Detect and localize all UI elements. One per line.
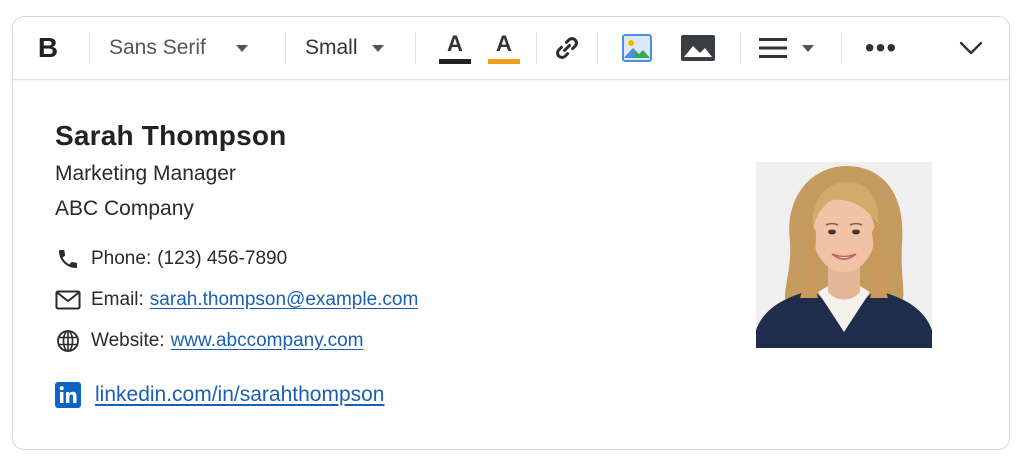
font-family-value: Sans Serif xyxy=(109,36,206,59)
font-family-dropdown[interactable]: Sans Serif xyxy=(109,17,269,79)
toolbar-divider xyxy=(597,32,598,64)
caret-down-icon xyxy=(802,44,814,52)
caret-down-icon xyxy=(371,44,384,52)
alignment-dropdown[interactable] xyxy=(753,17,819,79)
text-color-letter: A xyxy=(447,30,463,56)
linkedin-link[interactable]: linkedin.com/in/sarahthompson xyxy=(95,383,385,407)
signature-job-title: Marketing Manager xyxy=(55,162,236,185)
email-label: Email: xyxy=(91,289,144,310)
font-size-dropdown[interactable]: Small xyxy=(305,17,415,79)
highlight-color-button[interactable]: A xyxy=(487,17,521,79)
insert-image-button[interactable] xyxy=(620,17,654,79)
signature-editor: B Sans Serif Small A A ••• Sarah Thompso… xyxy=(12,16,1010,450)
highlight-color-letter: A xyxy=(496,30,512,56)
website-link[interactable]: www.abccompany.com xyxy=(171,330,364,352)
email-link[interactable]: sarah.thompson@example.com xyxy=(150,289,419,311)
chevron-down-icon xyxy=(959,41,983,55)
phone-icon xyxy=(55,246,81,272)
signature-company: ABC Company xyxy=(55,197,194,220)
toolbar-divider xyxy=(89,32,90,64)
formatting-toolbar: B Sans Serif Small A A ••• xyxy=(13,17,1009,80)
phone-label: Phone: xyxy=(91,248,152,269)
insert-image-icon xyxy=(622,34,652,62)
signature-content[interactable]: Sarah Thompson Marketing Manager ABC Com… xyxy=(13,80,1009,449)
text-color-swatch xyxy=(439,58,471,64)
phone-value: (123) 456-7890 xyxy=(157,248,288,269)
website-label: Website: xyxy=(91,330,165,351)
chain-link-icon xyxy=(556,37,578,59)
envelope-icon xyxy=(55,287,81,313)
toolbar-divider xyxy=(536,32,537,64)
insert-link-button[interactable] xyxy=(550,17,584,79)
align-icon xyxy=(759,38,787,58)
font-size-value: Small xyxy=(305,36,358,59)
toolbar-divider xyxy=(285,32,286,64)
signature-name: Sarah Thompson xyxy=(55,120,287,151)
linkedin-icon xyxy=(55,382,81,408)
bold-button[interactable]: B xyxy=(31,17,65,79)
linkedin-row: linkedin.com/in/sarahthompson xyxy=(55,382,385,408)
profile-photo xyxy=(756,162,932,348)
caret-down-icon xyxy=(235,44,248,52)
toolbar-divider xyxy=(415,32,416,64)
toolbar-divider xyxy=(740,32,741,64)
photo-icon xyxy=(681,35,715,61)
photo-button[interactable] xyxy=(679,17,717,79)
collapse-toolbar-button[interactable] xyxy=(951,17,991,79)
phone-row: Phone: (123) 456-7890 xyxy=(55,246,287,272)
website-row: Website: www.abccompany.com xyxy=(55,328,363,354)
more-options-button[interactable]: ••• xyxy=(859,17,903,79)
highlight-color-swatch xyxy=(488,58,520,64)
email-row: Email: sarah.thompson@example.com xyxy=(55,287,418,313)
text-color-button[interactable]: A xyxy=(438,17,472,79)
toolbar-divider xyxy=(841,32,842,64)
globe-icon xyxy=(55,328,81,354)
